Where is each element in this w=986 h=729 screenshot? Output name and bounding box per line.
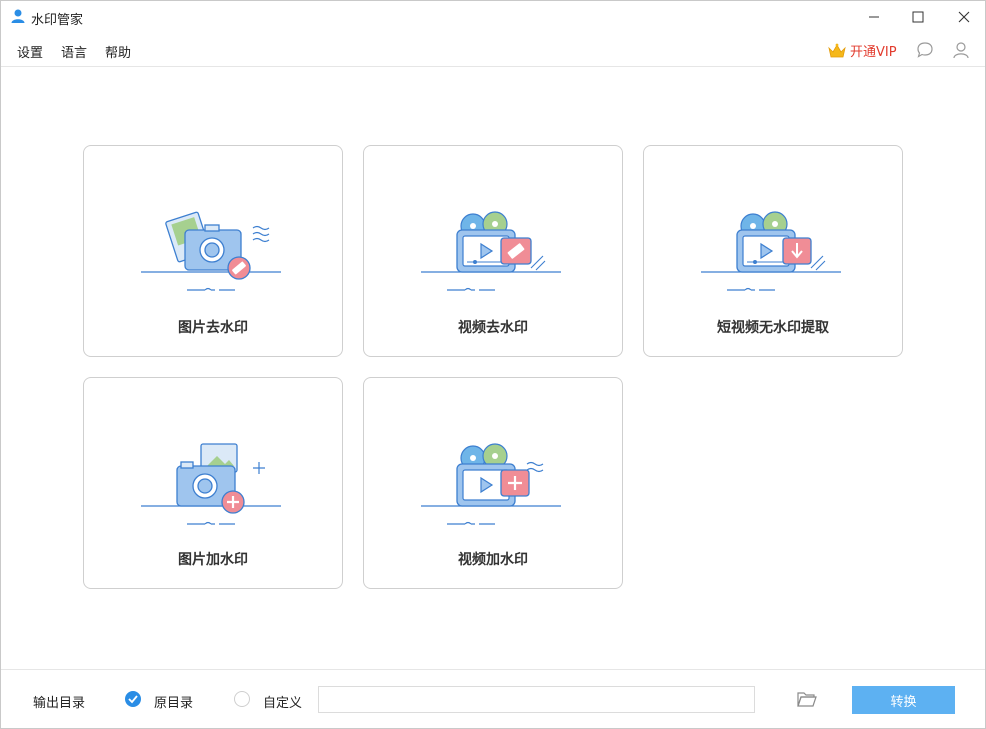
output-path-input[interactable] — [318, 686, 755, 713]
minimize-button[interactable] — [851, 1, 897, 33]
user-icon — [11, 9, 25, 23]
footer-bar: 输出目录 原目录 自定义 转换 — [1, 669, 985, 729]
app-title: 水印管家 — [31, 13, 84, 28]
menu-settings[interactable]: 设置 — [17, 42, 43, 61]
close-icon — [958, 11, 970, 23]
vip-button[interactable]: 开通VIP — [827, 41, 897, 60]
account-icon[interactable] — [951, 40, 971, 60]
card-label: 视频去水印 — [458, 320, 528, 336]
convert-button[interactable]: 转换 — [852, 686, 955, 714]
radio-custom-directory[interactable] — [234, 691, 250, 707]
title-bar: 水印管家 — [1, 1, 985, 33]
card-label: 图片去水印 — [178, 320, 248, 336]
card-label: 图片加水印 — [178, 552, 248, 568]
crown-icon — [828, 43, 846, 57]
card-short-video-extract[interactable]: 短视频无水印提取 — [643, 145, 903, 357]
output-directory-label: 输出目录 — [33, 696, 86, 711]
card-image-add-watermark[interactable]: 图片加水印 — [83, 377, 343, 589]
card-image-remove-watermark[interactable]: 图片去水印 — [83, 145, 343, 357]
maximize-button[interactable] — [895, 1, 941, 33]
vip-label: 开通VIP — [850, 45, 897, 60]
video-download-icon — [701, 211, 841, 291]
video-add-icon — [421, 443, 561, 525]
card-label: 视频加水印 — [458, 552, 528, 568]
video-eraser-icon — [421, 211, 561, 291]
close-button[interactable] — [941, 1, 986, 33]
card-label: 短视频无水印提取 — [717, 320, 829, 336]
folder-icon[interactable] — [797, 690, 817, 708]
chat-icon[interactable] — [915, 40, 935, 60]
card-video-add-watermark[interactable]: 视频加水印 — [363, 377, 623, 589]
custom-directory-label: 自定义 — [263, 696, 303, 711]
minimize-icon — [869, 16, 879, 18]
radio-original-directory[interactable] — [125, 691, 141, 707]
original-directory-label: 原目录 — [154, 696, 194, 711]
maximize-icon — [912, 11, 924, 23]
menu-help[interactable]: 帮助 — [105, 42, 131, 61]
menu-language[interactable]: 语言 — [61, 42, 87, 61]
menu-bar: 设置 语言 帮助 开通VIP — [1, 33, 985, 67]
camera-eraser-icon — [141, 211, 281, 291]
check-icon — [128, 695, 138, 704]
camera-add-icon — [141, 443, 281, 525]
card-video-remove-watermark[interactable]: 视频去水印 — [363, 145, 623, 357]
app-window: 水印管家 设置 语言 帮助 开通VIP 图片去水印 视频去水印 短视频无水印提取… — [0, 0, 986, 729]
